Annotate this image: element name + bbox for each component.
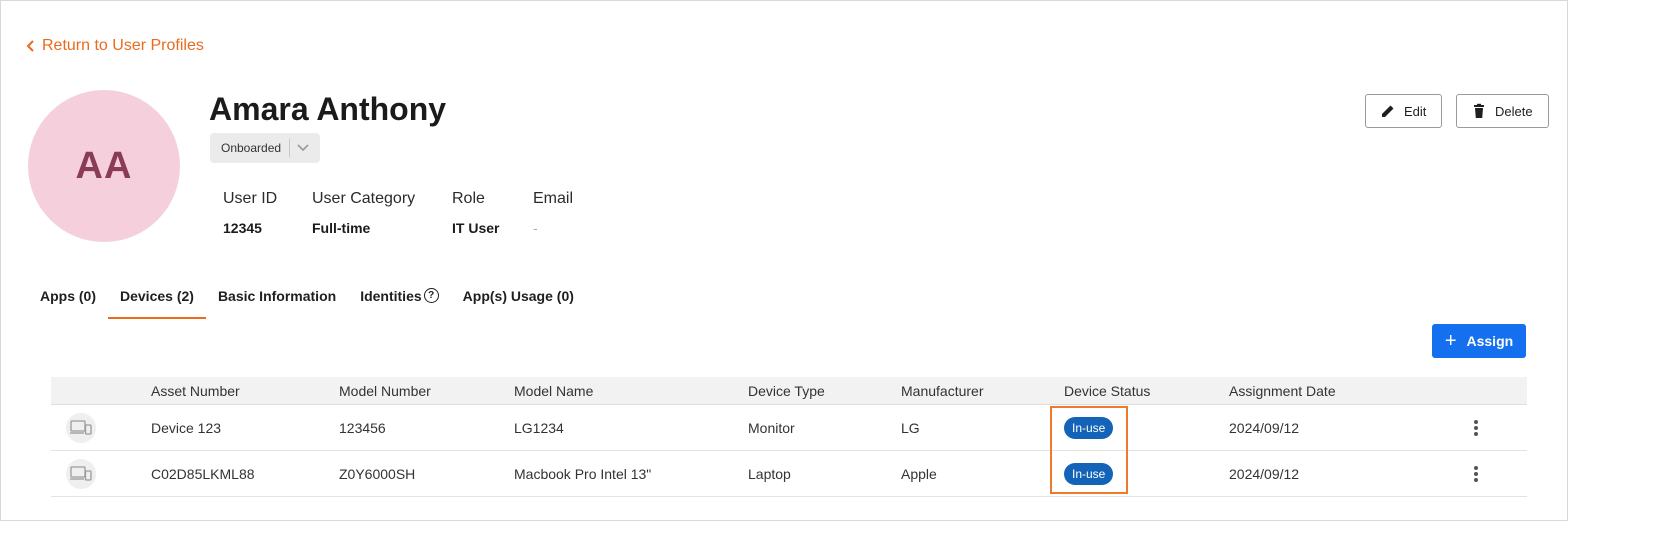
edit-button-label: Edit: [1404, 103, 1427, 119]
chevron-left-icon: [26, 40, 34, 52]
status-divider: [289, 139, 291, 157]
manufacturer-cell: LG: [901, 420, 920, 436]
model-name-cell: Macbook Pro Intel 13": [514, 466, 652, 482]
tab-basic-information-label: Basic Information: [217, 287, 337, 304]
device-icon: [66, 459, 96, 489]
user-id-field: User ID 12345: [223, 190, 277, 236]
avatar-initials: AA: [75, 144, 133, 187]
role-label: Role: [452, 190, 485, 207]
tab-app-usage-label: App(s) Usage (0): [462, 287, 574, 304]
tab-basic-information[interactable]: Basic Information: [206, 272, 348, 319]
manufacturer-cell: Apple: [901, 466, 937, 482]
model-name-cell: LG1234: [514, 420, 564, 436]
status-value: Onboarded: [221, 141, 282, 155]
column-header-assignment-date[interactable]: Assignment Date: [1229, 383, 1336, 399]
avatar: AA: [28, 90, 180, 242]
asset-number-cell: Device 123: [151, 420, 222, 436]
delete-button[interactable]: Delete: [1456, 94, 1549, 128]
table-row[interactable]: C02D85LKML88 Z0Y6000SH Macbook Pro Intel…: [51, 451, 1527, 497]
tab-app-usage[interactable]: App(s) Usage (0): [451, 272, 586, 319]
status-badge: In-use: [1064, 463, 1114, 485]
user-category-value: Full-time: [312, 220, 371, 236]
help-circle-icon[interactable]: ?: [423, 288, 439, 303]
edit-button[interactable]: Edit: [1365, 94, 1442, 128]
user-name: Amara Anthony: [209, 91, 447, 127]
table-row[interactable]: Device 123 123456 LG1234 Monitor LG In-u…: [51, 405, 1527, 451]
tab-apps-label: Apps (0): [40, 287, 96, 304]
role-value: IT User: [452, 220, 500, 236]
device-icon: [66, 413, 96, 443]
assign-button-label: Assign: [1466, 333, 1514, 349]
column-header-asset-number[interactable]: Asset Number: [151, 383, 240, 399]
role-field: Role IT User: [452, 190, 499, 236]
column-header-model-number[interactable]: Model Number: [339, 383, 431, 399]
delete-button-label: Delete: [1495, 103, 1533, 119]
devices-table: Asset Number Model Number Model Name Dev…: [51, 377, 1527, 497]
kebab-menu-icon[interactable]: [1471, 417, 1481, 439]
back-link-label: Return to User Profiles: [42, 37, 204, 54]
tab-identities-label: Identities: [360, 287, 422, 304]
column-header-device-status[interactable]: Device Status: [1064, 383, 1150, 399]
return-to-user-profiles-link[interactable]: Return to User Profiles: [26, 37, 204, 55]
tab-identities[interactable]: Identities?: [348, 272, 450, 319]
chevron-down-icon[interactable]: [296, 141, 310, 155]
assign-button[interactable]: + Assign: [1432, 324, 1526, 358]
email-field: Email -: [533, 190, 573, 236]
user-id-value: 12345: [223, 220, 262, 236]
email-label: Email: [533, 190, 574, 207]
plus-icon: +: [1444, 330, 1457, 352]
tab-apps[interactable]: Apps (0): [28, 272, 108, 319]
email-value: -: [533, 220, 538, 236]
tab-devices[interactable]: Devices (2): [108, 272, 206, 319]
assignment-date-cell: 2024/09/12: [1229, 466, 1300, 482]
user-category-label: User Category: [312, 190, 416, 207]
model-number-cell: 123456: [339, 420, 386, 436]
tab-devices-label: Devices (2): [120, 287, 194, 304]
kebab-menu-icon[interactable]: [1471, 463, 1481, 485]
asset-number-cell: C02D85LKML88: [151, 466, 255, 482]
device-type-cell: Laptop: [748, 466, 791, 482]
column-header-model-name[interactable]: Model Name: [514, 383, 593, 399]
column-header-device-type[interactable]: Device Type: [748, 383, 825, 399]
assignment-date-cell: 2024/09/12: [1229, 420, 1300, 436]
column-header-manufacturer[interactable]: Manufacturer: [901, 383, 983, 399]
model-number-cell: Z0Y6000SH: [339, 466, 416, 482]
status-badge: In-use: [1064, 417, 1114, 439]
user-id-label: User ID: [223, 190, 278, 207]
page-frame: Return to User Profiles AA Amara Anthony…: [0, 0, 1568, 521]
user-category-field: User Category Full-time: [312, 190, 415, 236]
device-type-cell: Monitor: [748, 420, 795, 436]
pencil-icon: [1382, 105, 1394, 117]
trash-icon: [1474, 103, 1484, 118]
profile-tabs: Apps (0) Devices (2) Basic Information I…: [28, 272, 586, 319]
table-header: Asset Number Model Number Model Name Dev…: [51, 377, 1527, 405]
status-dropdown[interactable]: Onboarded: [210, 133, 320, 163]
